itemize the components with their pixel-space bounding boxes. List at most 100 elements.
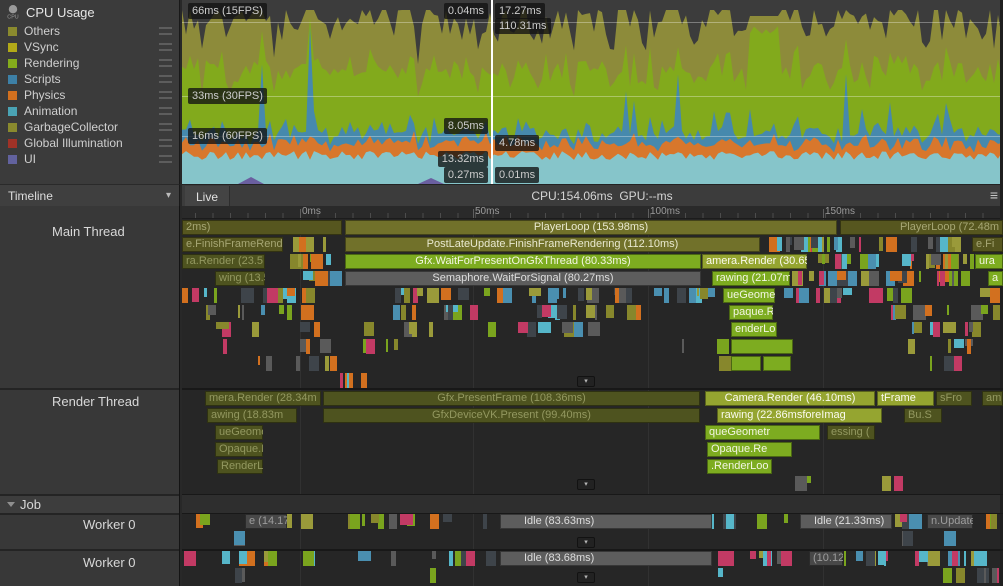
profiler-sample-block[interactable] [882,476,891,491]
drag-handle-icon[interactable] [159,59,172,67]
profiler-sample-block[interactable] [861,271,870,286]
selection-marker-line[interactable] [491,0,493,184]
timeline-span[interactable]: RenderLo [217,459,263,474]
profiler-sample-block[interactable] [986,514,990,529]
profiler-sample-block[interactable] [417,288,422,296]
profiler-sample-block[interactable] [677,288,686,303]
profiler-sample-block[interactable] [859,237,862,252]
profiler-sample-block[interactable] [394,339,398,350]
profiler-sample-block[interactable] [843,288,852,295]
profiler-sample-block[interactable] [486,551,497,566]
drag-handle-icon[interactable] [159,155,172,163]
profiler-sample-block[interactable] [325,356,329,371]
profiler-sample-block[interactable] [214,288,217,303]
profiler-sample-block[interactable] [537,305,542,318]
legend-item-vsync[interactable]: VSync [0,39,179,55]
timeline-span[interactable]: tFrame [877,391,934,406]
timeline-span[interactable]: Opaque.R [215,442,263,457]
legend-item-physics[interactable]: Physics [0,87,179,103]
profiler-sample-block[interactable] [954,339,964,348]
drag-handle-icon[interactable] [159,75,172,83]
profiler-sample-block[interactable] [615,288,619,303]
profiler-sample-block[interactable] [238,305,241,318]
profiler-sample-block[interactable] [306,288,315,303]
profiler-sample-block[interactable] [886,237,897,252]
profiler-sample-block[interactable] [965,322,968,336]
profiler-sample-block[interactable] [323,237,326,252]
legend-item-animation[interactable]: Animation [0,103,179,119]
profiler-sample-block[interactable] [412,305,416,320]
cpu-usage-chart[interactable]: 66ms (15FPS)33ms (30FPS)16ms (60FPS)0.04… [182,0,1000,184]
timeline-span[interactable]: .RenderLoo [707,459,772,474]
profiler-sample-block[interactable] [830,288,836,303]
profiler-sample-block[interactable] [992,568,997,583]
profiler-sample-block[interactable] [216,322,229,329]
timeline-span[interactable] [731,339,793,354]
profiler-sample-block[interactable] [940,271,945,286]
profiler-sample-block[interactable] [266,356,272,371]
timeline-span[interactable]: paque.R [729,305,773,320]
profiler-sample-block[interactable] [391,551,395,566]
profiler-sample-block[interactable] [483,514,488,529]
timeline-span[interactable]: PlayerLoop (153.98ms) [345,220,837,235]
profiler-sample-block[interactable] [984,568,986,583]
timeline-span[interactable]: rawing (22.86msforeImag [717,408,882,423]
timeline-span[interactable]: sFro [936,391,972,406]
profiler-sample-block[interactable] [943,568,952,583]
profiler-sample-block[interactable] [953,254,958,269]
collapse-section-button[interactable]: ▾ [577,376,595,387]
profiler-sample-block[interactable] [301,514,313,529]
profiler-sample-block[interactable] [320,339,331,353]
profiler-sample-block[interactable] [247,551,256,566]
profiler-sample-block[interactable] [654,288,662,296]
profiler-sample-block[interactable] [961,271,970,286]
profiler-sample-block[interactable] [956,568,965,583]
profiler-sample-block[interactable] [931,254,941,265]
profiler-sample-block[interactable] [184,551,196,566]
profiler-sample-block[interactable] [252,322,258,337]
profiler-sample-block[interactable] [784,288,793,298]
profiler-sample-block[interactable] [461,551,467,566]
profiler-sample-block[interactable] [488,322,496,337]
drag-handle-icon[interactable] [159,139,172,147]
profiler-sample-block[interactable] [953,356,963,371]
collapse-section-button[interactable]: ▾ [577,572,595,583]
legend-item-scripts[interactable]: Scripts [0,71,179,87]
profiler-sample-block[interactable] [786,237,790,252]
profiler-sample-block[interactable] [811,237,818,248]
timeline-span[interactable]: e.FinishFrameRende [182,237,283,252]
profiler-sample-block[interactable] [700,288,709,299]
timeline-span[interactable]: amera.Render (30.65m [702,254,807,269]
profiler-sample-block[interactable] [850,237,855,248]
profiler-sample-block[interactable] [794,237,804,250]
profiler-sample-block[interactable] [258,356,260,365]
profiler-sample-block[interactable] [578,288,584,301]
profiler-sample-block[interactable] [588,322,600,336]
profiler-sample-block[interactable] [682,339,684,353]
timeline-span[interactable]: ueGeome [723,288,775,303]
foldout-arrow-icon[interactable] [7,502,15,507]
profiler-sample-block[interactable] [358,551,371,561]
timeline-span[interactable]: n.Update [927,514,973,529]
profiler-sample-block[interactable] [940,237,949,252]
timeline-span[interactable]: mera.Render (28.34m [205,391,321,406]
profiler-sample-block[interactable] [900,514,907,522]
profiler-sample-block[interactable] [822,237,824,252]
collapse-section-button[interactable]: ▾ [577,537,595,548]
profiler-sample-block[interactable] [971,551,974,566]
profiler-sample-block[interactable] [878,551,886,565]
profiler-sample-block[interactable] [441,288,451,300]
profiler-sample-block[interactable] [926,254,929,269]
live-button[interactable]: Live [185,186,230,207]
profiler-sample-block[interactable] [443,514,452,522]
profiler-sample-block[interactable] [627,305,636,320]
profiler-sample-block[interactable] [869,271,880,286]
timeline-span[interactable]: Gfx.PresentFrame (108.36ms) [323,391,700,406]
cpu-module-header[interactable]: CPU CPU Usage [0,0,179,22]
drag-handle-icon[interactable] [159,123,172,131]
profiler-sample-block[interactable] [330,356,337,371]
timeline-span[interactable]: awing (18.83m [207,408,297,423]
profiler-sample-block[interactable] [723,551,734,566]
profiler-sample-block[interactable] [241,288,254,303]
profiler-sample-block[interactable] [933,322,940,337]
